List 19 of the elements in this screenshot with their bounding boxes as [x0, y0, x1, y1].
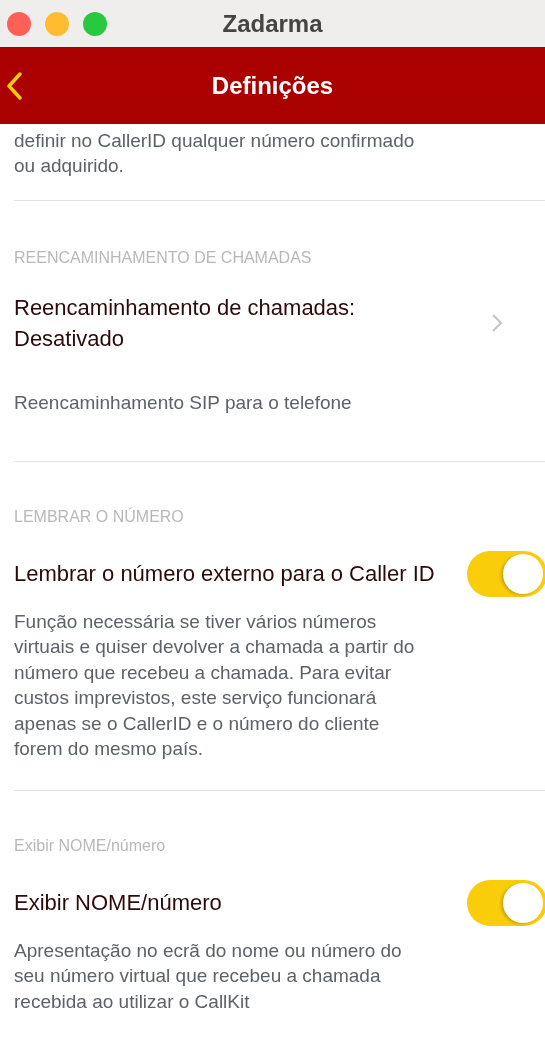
setting-description: Função necessária se tiver vários números virtuais e quiser devolver a chamada a partir do número que recebeu a chamada. Para evitar custos imprevistos, este serviço funcionará apenas se o CallerID e o número do cliente forem do mesmo país.	[14, 609, 416, 761]
minimize-button[interactable]	[45, 11, 69, 36]
window-title: Zadarma	[222, 9, 323, 37]
close-button[interactable]	[7, 11, 31, 36]
setting-description: Reencaminhamento SIP para o telefone	[14, 391, 353, 415]
setting-description: definir no CallerID qualquer número confirmado ou adquirido.	[13, 129, 416, 178]
section-heading: LEMBRAR O NÚMERO	[13, 507, 185, 526]
section-heading: Exibir NOME/número	[13, 836, 167, 855]
section-heading: REENCAMINHAMENTO DE CHAMADAS	[13, 249, 313, 267]
setting-title: Exibir NOME/número	[14, 889, 223, 917]
back-button[interactable]	[5, 70, 23, 101]
setting-title: Reencaminhamento de chamadas: Desativado	[14, 294, 357, 353]
chevron-right-icon	[491, 313, 503, 333]
setting-title: Lembrar o número externo para o Caller ID	[14, 560, 436, 588]
toggle-switch[interactable]	[467, 879, 545, 926]
nav-title: Definições	[211, 71, 334, 99]
maximize-button[interactable]	[83, 11, 107, 36]
toggle-switch[interactable]	[467, 550, 545, 597]
setting-description: Apresentação no ecrã do nome ou número do seu número virtual que recebeu a chamada recebida ao utilizar o CallKit	[14, 938, 403, 1014]
